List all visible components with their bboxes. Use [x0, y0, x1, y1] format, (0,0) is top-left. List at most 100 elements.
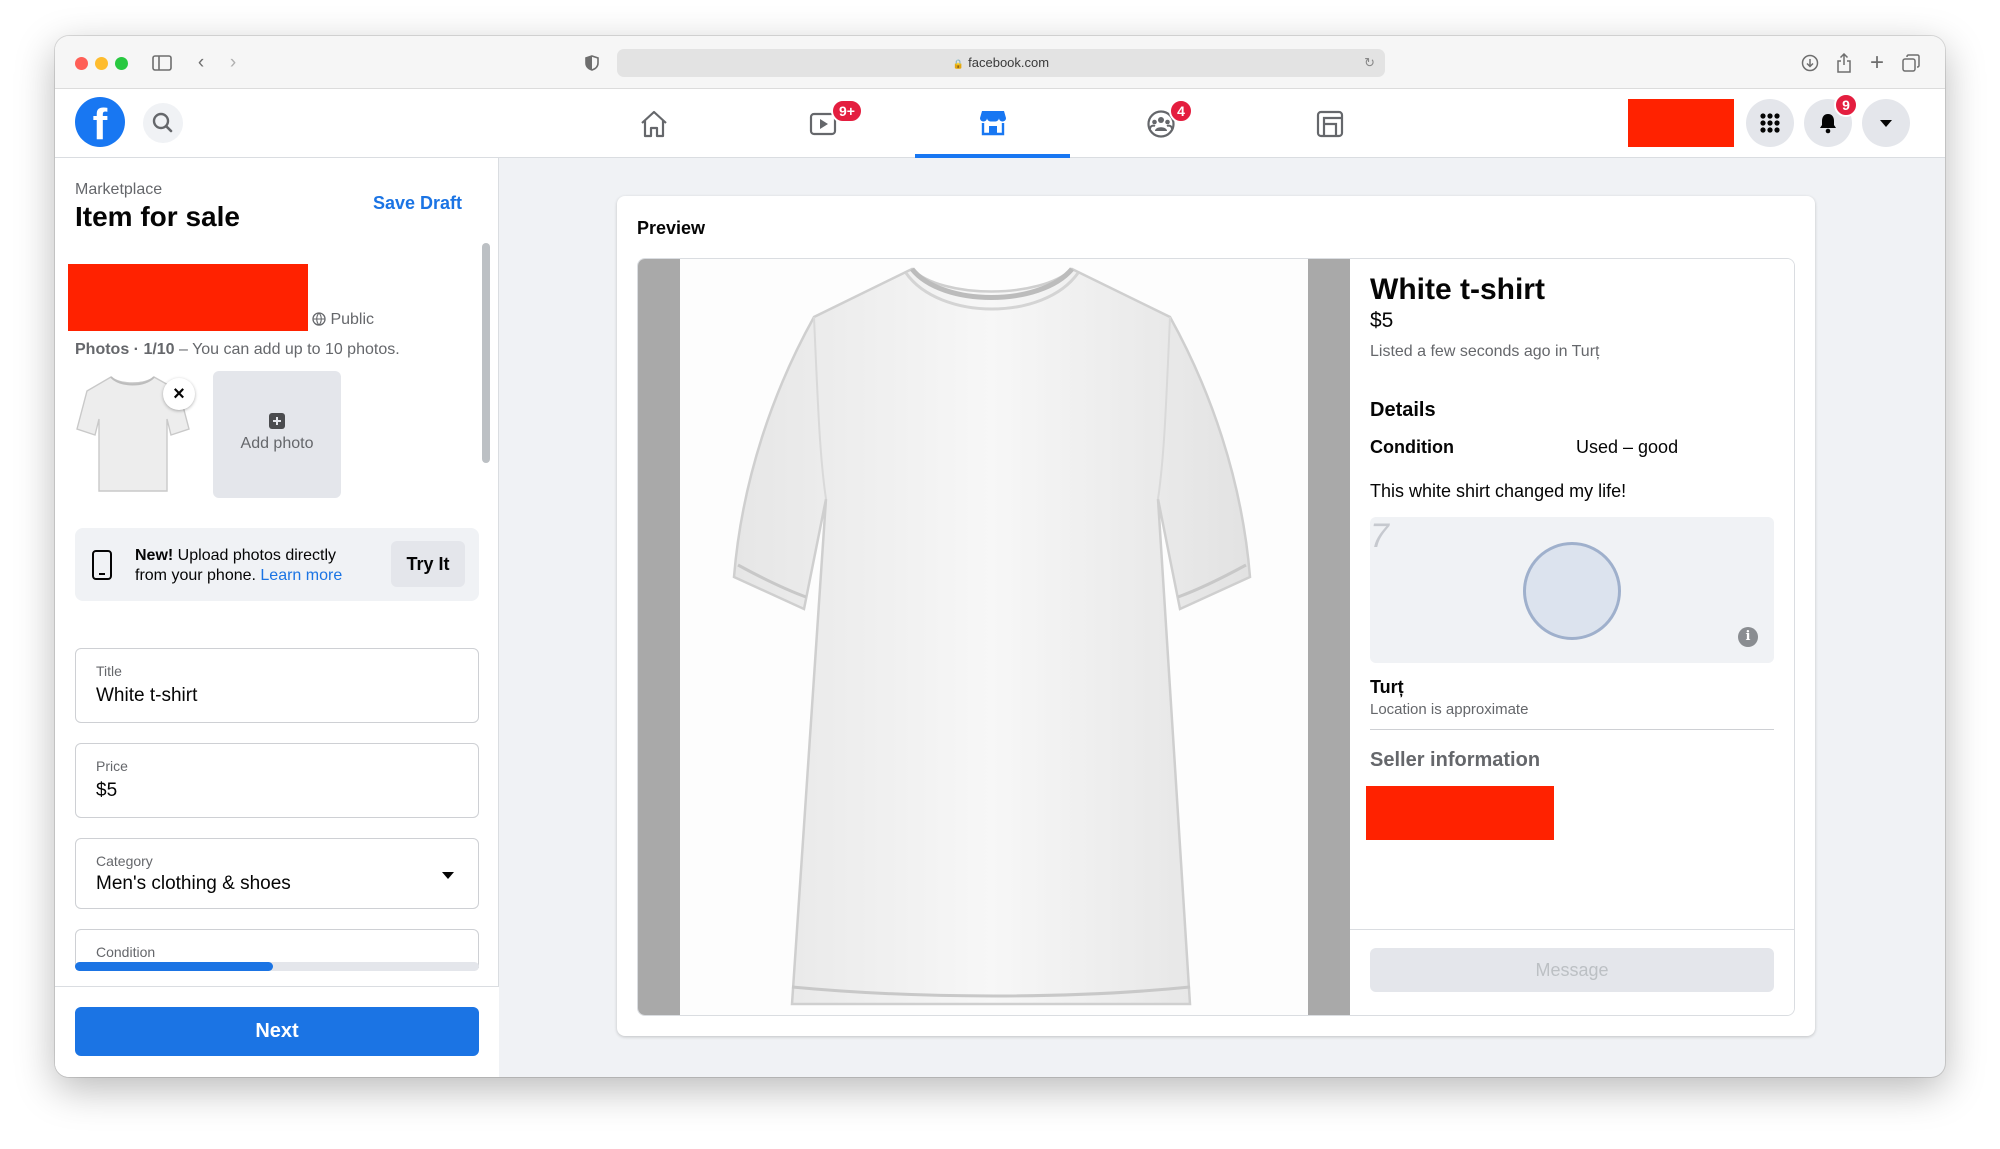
item-description: This white shirt changed my life!: [1370, 481, 1627, 501]
category-field-value: Men's clothing & shoes: [96, 873, 291, 894]
globe-icon: [312, 312, 326, 326]
remove-photo-button[interactable]: ×: [163, 378, 195, 410]
tab-watch[interactable]: 9+: [745, 89, 900, 158]
location-note: Location is approximate: [1370, 701, 1529, 718]
completion-progress-bar: [75, 962, 479, 971]
forward-arrow-icon[interactable]: ›: [220, 50, 246, 76]
groups-badge: 4: [1169, 99, 1193, 123]
marketplace-icon: [979, 110, 1006, 135]
preview-image-area: [638, 259, 1350, 1015]
preview-price: $5: [1370, 309, 1394, 332]
home-icon: [640, 110, 667, 137]
approximate-location-circle: [1523, 542, 1621, 640]
preview-footer: Message: [1350, 929, 1794, 1015]
tshirt-preview-image: [732, 267, 1252, 1006]
preview-listed-time: Listed a few seconds ago in Turț: [1370, 343, 1600, 360]
share-icon[interactable]: [1831, 50, 1857, 76]
title-field[interactable]: Title White t-shirt: [75, 648, 479, 723]
composer-scrollbar[interactable]: [482, 243, 490, 463]
try-it-button[interactable]: Try It: [391, 541, 465, 587]
price-field-value: $5: [96, 780, 118, 801]
condition-label: Condition: [1370, 437, 1454, 457]
redacted-seller: [1366, 786, 1554, 840]
preview-image-frame: [680, 259, 1308, 1015]
preview-heading: Preview: [637, 218, 706, 238]
breadcrumb[interactable]: Marketplace: [75, 181, 162, 199]
gaming-icon: [1316, 110, 1343, 137]
condition-value: Used – good: [1576, 437, 1679, 457]
page-title: Item for sale: [75, 201, 240, 232]
menu-button[interactable]: [1746, 99, 1794, 147]
redacted-profile[interactable]: [1628, 99, 1734, 147]
promo-new-label: New!: [135, 547, 174, 564]
audience-label[interactable]: Public: [312, 311, 374, 329]
notifications-badge: 9: [1834, 93, 1858, 117]
preview-title: White t-shirt: [1370, 273, 1545, 306]
category-field-label: Category: [96, 853, 153, 869]
completion-progress-fill: [75, 962, 273, 971]
tab-marketplace[interactable]: [915, 89, 1070, 158]
composer-footer: Next: [55, 986, 499, 1077]
details-heading: Details: [1370, 399, 1436, 421]
tab-home[interactable]: [576, 89, 731, 158]
shield-icon[interactable]: [579, 50, 605, 76]
grid-menu-icon: [1760, 113, 1780, 133]
promo-line-2: from your phone.: [135, 567, 261, 584]
url-text: facebook.com: [968, 55, 1050, 70]
browser-toolbar: ‹ › 🔒 facebook.com ↻ +: [55, 36, 1945, 89]
location-name: Turț: [1370, 677, 1404, 697]
close-window-button[interactable]: [75, 57, 88, 70]
tab-groups[interactable]: 4: [1083, 89, 1238, 158]
download-icon[interactable]: [1797, 50, 1823, 76]
search-button[interactable]: [143, 103, 183, 143]
lock-icon: 🔒: [952, 59, 965, 69]
price-field[interactable]: Price $5: [75, 743, 479, 818]
seller-information-heading: Seller information: [1370, 749, 1541, 771]
location-map[interactable]: 7 i: [1370, 517, 1774, 663]
divider: [1370, 729, 1774, 730]
watch-badge: 9+: [831, 99, 863, 123]
title-field-label: Title: [96, 663, 122, 679]
listing-preview-card: Preview White t-shirt $5 Listed a few se…: [617, 196, 1815, 1036]
preview-details-panel: White t-shirt $5 Listed a few seconds ag…: [1350, 259, 1794, 1015]
tab-gaming[interactable]: [1252, 89, 1407, 158]
back-arrow-icon[interactable]: ‹: [188, 50, 214, 76]
browser-window: ‹ › 🔒 facebook.com ↻ + f 9+ 4 9 Marketpl…: [55, 36, 1945, 1077]
facebook-logo-icon[interactable]: f: [75, 97, 125, 147]
preview-listing: White t-shirt $5 Listed a few seconds ag…: [637, 258, 1795, 1016]
caret-down-icon: [1880, 120, 1892, 127]
price-field-label: Price: [96, 758, 128, 774]
zoom-window-button[interactable]: [115, 57, 128, 70]
condition-field-label: Condition: [96, 944, 156, 960]
phone-icon: [92, 550, 112, 580]
address-bar[interactable]: 🔒 facebook.com ↻: [617, 49, 1385, 77]
promo-line-1: Upload photos directly: [173, 547, 336, 564]
composer-panel: Marketplace Item for sale Save Draft Pub…: [55, 158, 499, 1077]
minimize-window-button[interactable]: [95, 57, 108, 70]
photos-count: Photos · 1/10: [75, 341, 175, 358]
photos-counter: Photos · 1/10 – You can add up to 10 pho…: [75, 341, 400, 359]
reload-icon[interactable]: ↻: [1364, 49, 1375, 77]
photos-hint: – You can add up to 10 photos.: [174, 341, 400, 358]
add-photo-label: Add photo: [240, 435, 314, 452]
tab-overview-icon[interactable]: [1898, 50, 1924, 76]
new-tab-icon[interactable]: +: [1864, 50, 1890, 76]
account-menu-button[interactable]: [1862, 99, 1910, 147]
promo-text: New! Upload photos directly from your ph…: [135, 546, 342, 586]
upload-from-phone-banner: New! Upload photos directly from your ph…: [75, 528, 479, 601]
map-label: 7: [1370, 517, 1389, 555]
add-photo-button[interactable]: Add photo: [213, 371, 341, 498]
sidebar-toggle-icon[interactable]: [149, 50, 175, 76]
learn-more-link[interactable]: Learn more: [260, 567, 342, 584]
next-button[interactable]: Next: [75, 1007, 479, 1056]
bell-icon: [1820, 114, 1836, 134]
audience-text: Public: [330, 311, 375, 328]
caret-down-icon: [442, 872, 454, 879]
composer-scroll-area[interactable]: Marketplace Item for sale Save Draft Pub…: [55, 158, 499, 968]
facebook-navbar: f 9+ 4 9: [55, 89, 1945, 158]
save-draft-button[interactable]: Save Draft: [373, 193, 462, 214]
notifications-button[interactable]: 9: [1804, 93, 1858, 147]
category-select[interactable]: Category Men's clothing & shoes: [75, 838, 479, 909]
message-button[interactable]: Message: [1370, 948, 1774, 992]
info-icon[interactable]: i: [1738, 627, 1758, 647]
